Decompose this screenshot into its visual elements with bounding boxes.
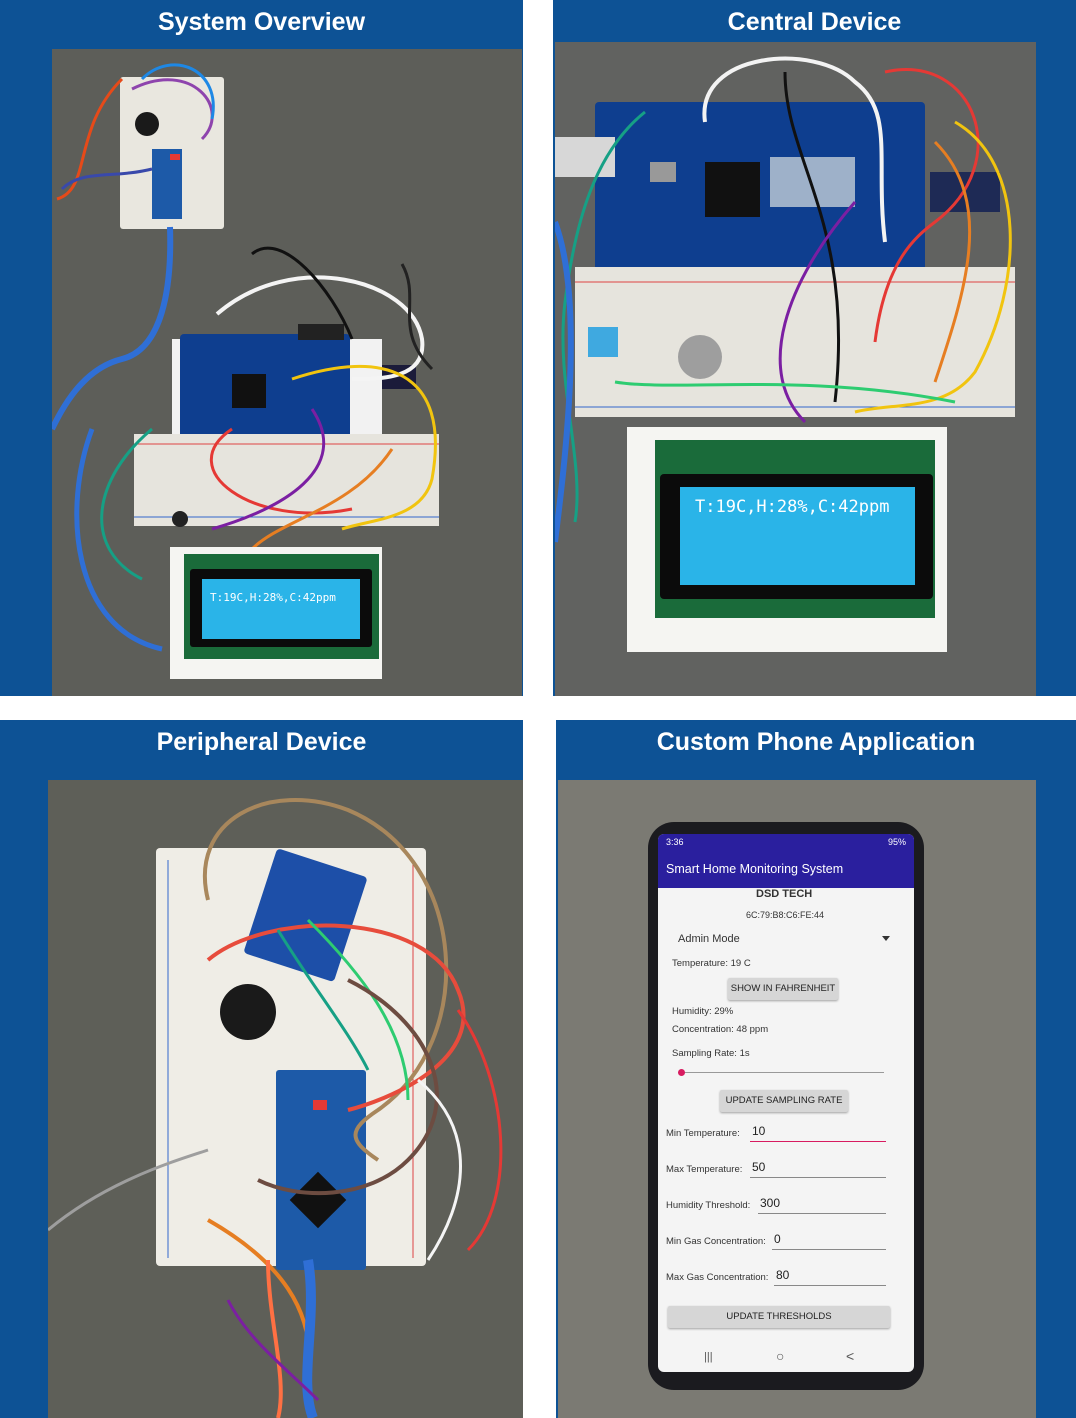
device-mac: 6C:79:B8:C6:FE:44 — [746, 910, 825, 920]
threshold-field-label: Min Gas Concentration: — [666, 1236, 766, 1247]
panel-central-device: Central Device T:19C,H:28%,C:42ppm — [553, 0, 1076, 696]
panel-system-overview: System Overview T:19C,H:28%,C:42ppm — [0, 0, 523, 696]
nav-back-button[interactable]: < — [846, 1348, 854, 1364]
nav-home-button[interactable]: ○ — [776, 1348, 784, 1364]
central-device-photo: T:19C,H:28%,C:42ppm — [555, 42, 1036, 696]
panel-title: System Overview — [157, 8, 366, 36]
nav-bar: ||| ○ < — [658, 1342, 914, 1372]
central-device-illustration: T:19C,H:28%,C:42ppm — [555, 42, 1036, 696]
slider-track — [678, 1072, 884, 1073]
slider-thumb[interactable] — [678, 1069, 685, 1076]
threshold-field-label: Min Temperature: — [666, 1128, 740, 1139]
threshold-field-input[interactable]: 50 — [750, 1160, 886, 1178]
panel-title: Central Device — [727, 8, 902, 36]
threshold-field-input[interactable]: 0 — [772, 1232, 886, 1250]
status-time: 3:36 — [666, 837, 684, 847]
phone-photo: 3:36 95% Smart Home Monitoring System DS… — [558, 780, 1036, 1418]
threshold-field-input[interactable]: 10 — [750, 1124, 886, 1142]
panel-phone-application: Custom Phone Application 3:36 95% Smart … — [556, 720, 1076, 1418]
sampling-rate-readout: Sampling Rate: 1s — [672, 1048, 750, 1059]
update-sampling-rate-button[interactable]: UPDATE SAMPLING RATE — [720, 1090, 848, 1112]
threshold-field-input[interactable]: 300 — [758, 1196, 886, 1214]
concentration-readout: Concentration: 48 ppm — [672, 1024, 769, 1035]
app-title: Smart Home Monitoring System — [666, 862, 844, 876]
device-name: DSD TECH — [756, 888, 813, 900]
show-fahrenheit-button[interactable]: SHOW IN FAHRENHEIT — [728, 978, 838, 1000]
humidity-readout: Humidity: 29% — [672, 1006, 734, 1017]
update-thresholds-button[interactable]: UPDATE THRESHOLDS — [668, 1306, 890, 1328]
phone-device: 3:36 95% Smart Home Monitoring System DS… — [648, 822, 924, 1390]
status-bar: 3:36 95% — [658, 834, 914, 852]
peripheral-device-photo — [48, 780, 523, 1418]
panel-title: Peripheral Device — [156, 728, 367, 756]
mode-dropdown[interactable]: Admin Mode — [672, 930, 892, 950]
panel-title: Custom Phone Application — [656, 728, 976, 756]
threshold-field-input[interactable]: 80 — [774, 1268, 886, 1286]
lcd-readout: T:19C,H:28%,C:42ppm — [210, 591, 336, 604]
system-overview-photo: T:19C,H:28%,C:42ppm — [52, 49, 522, 696]
panel-peripheral-device: Peripheral Device — [0, 720, 523, 1418]
threshold-field-label: Max Temperature: — [666, 1164, 743, 1175]
app-bar: Smart Home Monitoring System — [658, 852, 914, 888]
chevron-down-icon — [882, 936, 890, 941]
threshold-field-label: Max Gas Concentration: — [666, 1272, 769, 1283]
nav-recent-button[interactable]: ||| — [704, 1351, 713, 1363]
peripheral-device-illustration — [48, 780, 523, 1418]
phone-screen: 3:36 95% Smart Home Monitoring System DS… — [658, 834, 914, 1372]
lcd-readout: T:19C,H:28%,C:42ppm — [695, 497, 889, 517]
temperature-readout: Temperature: 19 C — [672, 958, 751, 969]
mode-label: Admin Mode — [678, 933, 740, 945]
sampling-rate-slider[interactable] — [678, 1068, 884, 1078]
threshold-field-label: Humidity Threshold: — [666, 1200, 751, 1211]
status-battery: 95% — [887, 837, 906, 847]
system-overview-illustration: T:19C,H:28%,C:42ppm — [52, 49, 522, 696]
